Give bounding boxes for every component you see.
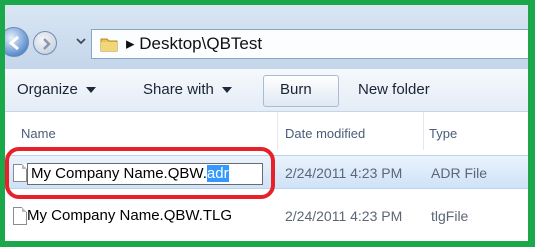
share-with-menu[interactable]: Share with — [143, 81, 232, 98]
address-bar-area: ▸ Desktop\QBTest — [5, 5, 528, 69]
column-header-date-modified[interactable]: Date modified — [285, 126, 365, 141]
column-headers: Name Date modified Type — [5, 112, 528, 150]
column-header-type[interactable]: Type — [429, 126, 457, 141]
new-folder-button[interactable]: New folder — [358, 81, 430, 98]
file-icon — [13, 164, 27, 182]
date-modified-cell: 2/24/2011 4:23 PM — [285, 208, 403, 224]
filename-base: My Company Name.QBW. — [31, 165, 207, 182]
filename-extension-selected: adr — [206, 165, 229, 182]
share-with-dropdown-icon — [221, 87, 232, 94]
rename-input-text: My Company Name.QBW.adr — [31, 165, 229, 183]
share-with-label: Share with — [143, 81, 214, 98]
burn-label: Burn — [280, 81, 312, 98]
file-name-cell: My Company Name.QBW.TLG — [27, 207, 233, 224]
file-icon — [13, 207, 27, 225]
rename-input[interactable]: My Company Name.QBW.adr — [27, 163, 263, 185]
breadcrumb-path[interactable]: ▸ Desktop\QBTest — [126, 34, 262, 54]
explorer-window: ▸ Desktop\QBTest Organize Share with New… — [5, 5, 528, 241]
forward-arrow-icon — [43, 38, 51, 50]
organize-menu[interactable]: Organize — [17, 81, 96, 98]
folder-icon — [100, 38, 118, 52]
forward-button[interactable] — [33, 31, 57, 55]
address-field[interactable]: ▸ Desktop\QBTest — [91, 29, 528, 59]
recent-pages-chevron-icon[interactable] — [75, 35, 87, 47]
back-arrow-icon — [8, 35, 19, 51]
column-divider[interactable] — [423, 112, 424, 150]
back-button[interactable] — [5, 27, 29, 57]
type-cell: tlgFile — [431, 208, 469, 224]
organize-dropdown-icon — [85, 87, 96, 94]
column-header-name[interactable]: Name — [21, 126, 56, 141]
organize-label: Organize — [17, 81, 78, 98]
file-row-adr[interactable]: My Company Name.QBW.adr 2/24/2011 4:23 P… — [5, 155, 528, 189]
type-cell: ADR File — [431, 165, 488, 181]
column-divider[interactable] — [277, 112, 278, 150]
file-row-tlg[interactable]: My Company Name.QBW.TLG 2/24/2011 4:23 P… — [5, 201, 528, 235]
date-modified-cell: 2/24/2011 4:23 PM — [285, 165, 403, 181]
